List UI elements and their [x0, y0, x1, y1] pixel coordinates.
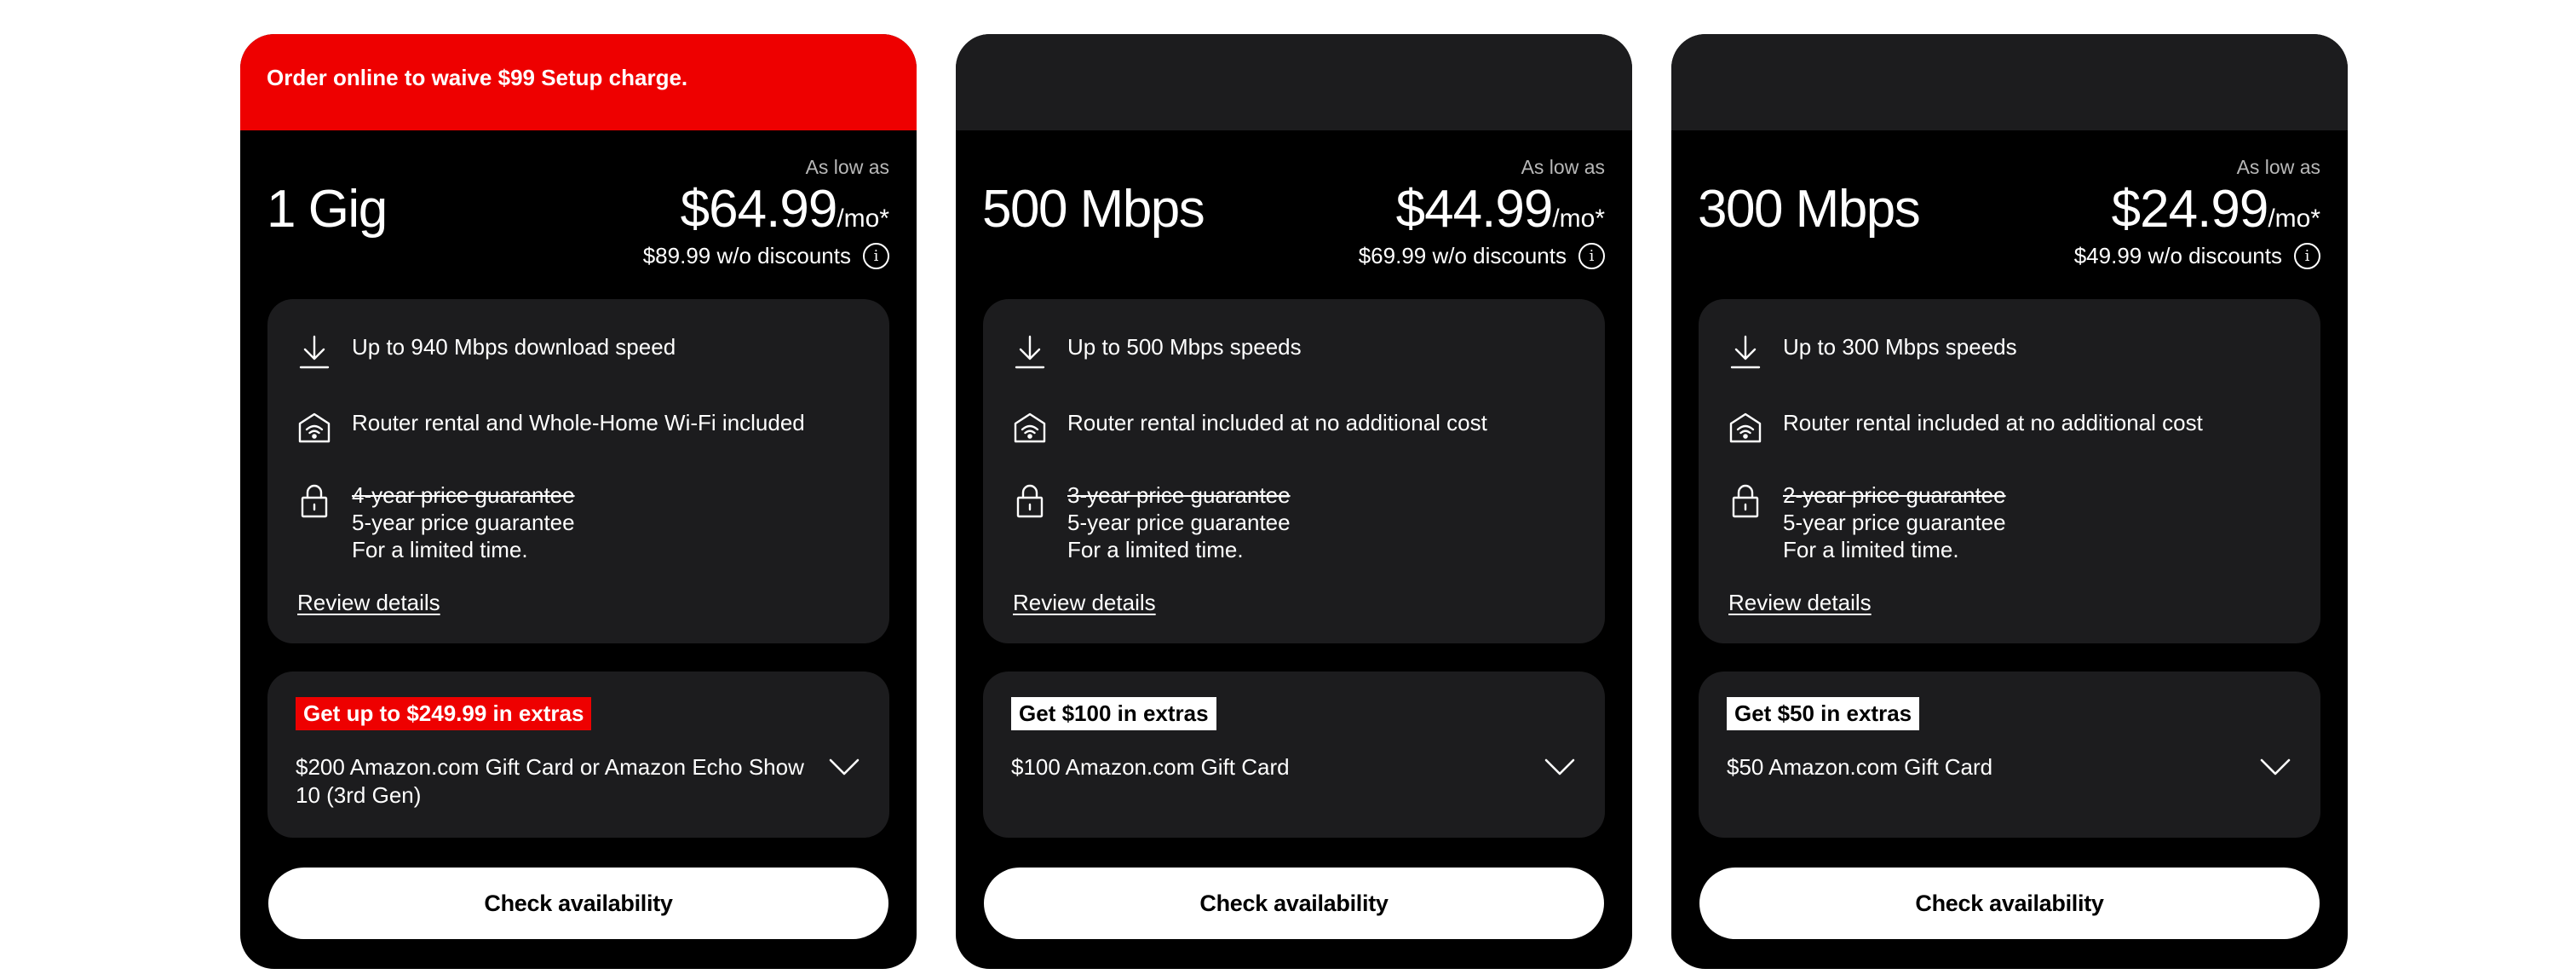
- feature-price-guarantee: 4-year price guarantee 5-year price guar…: [297, 481, 575, 563]
- plan-name: 500 Mbps: [982, 180, 1205, 239]
- download-icon: [297, 333, 331, 371]
- feature-router: Router rental included at no additional …: [1728, 409, 2203, 447]
- check-availability-button[interactable]: Check availability: [268, 868, 888, 939]
- price-unit: /mo*: [1552, 205, 1605, 233]
- plan-price: $24.99/mo*: [2112, 179, 2320, 239]
- extras-panel[interactable]: Get up to $249.99 in extras $200 Amazon.…: [267, 672, 889, 838]
- plan-price: $64.99/mo*: [681, 179, 889, 239]
- check-availability-button[interactable]: Check availability: [984, 868, 1604, 939]
- lock-icon: [297, 481, 331, 519]
- limited-time-note: For a limited time.: [352, 537, 528, 562]
- without-discounts-text: $69.99 w/o discounts: [1358, 243, 1567, 268]
- lock-icon: [1728, 481, 1762, 519]
- feature-price-guarantee: 2-year price guarantee 5-year price guar…: [1728, 481, 2006, 563]
- promo-text: Order online to waive $99 Setup charge.: [267, 65, 688, 90]
- price-amount: $44.99: [1395, 180, 1554, 239]
- review-details-link[interactable]: Review details: [1728, 590, 1872, 616]
- lock-icon: [1013, 481, 1047, 519]
- feature-speed: Up to 500 Mbps speeds: [1013, 333, 1302, 371]
- feature-speed: Up to 940 Mbps download speed: [297, 333, 676, 371]
- without-discounts: $89.99 w/o discounts i: [643, 243, 889, 269]
- new-guarantee: 5-year price guarantee: [352, 510, 575, 535]
- extras-panel[interactable]: Get $100 in extras $100 Amazon.com Gift …: [983, 672, 1605, 838]
- new-guarantee: 5-year price guarantee: [1783, 510, 2006, 535]
- info-icon[interactable]: i: [863, 243, 889, 269]
- card-header-bar: [956, 34, 1632, 130]
- feature-text: Up to 300 Mbps speeds: [1783, 334, 2017, 360]
- features-panel: Up to 940 Mbps download speed Router ren…: [267, 299, 889, 643]
- card-header-bar: [1671, 34, 2348, 130]
- plan-price: $44.99/mo*: [1396, 179, 1605, 239]
- feature-speed: Up to 300 Mbps speeds: [1728, 333, 2017, 371]
- chevron-down-icon[interactable]: [2259, 757, 2291, 777]
- info-icon[interactable]: i: [2294, 243, 2320, 269]
- wifi-home-icon: [1013, 409, 1047, 447]
- chevron-down-icon[interactable]: [1544, 757, 1576, 777]
- extras-badge: Get $100 in extras: [1011, 697, 1216, 730]
- feature-text: Router rental included at no additional …: [1783, 410, 2203, 435]
- price-amount: $24.99: [2111, 180, 2269, 239]
- features-panel: Up to 300 Mbps speeds Router rental incl…: [1699, 299, 2320, 643]
- new-guarantee: 5-year price guarantee: [1067, 510, 1291, 535]
- as-low-as-label: As low as: [2236, 156, 2320, 178]
- chevron-down-icon[interactable]: [828, 757, 860, 777]
- plan-name: 300 Mbps: [1698, 180, 1921, 239]
- extras-panel[interactable]: Get $50 in extras $50 Amazon.com Gift Ca…: [1699, 672, 2320, 838]
- wifi-home-icon: [297, 409, 331, 447]
- limited-time-note: For a limited time.: [1783, 537, 1959, 562]
- feature-text: Up to 940 Mbps download speed: [352, 334, 676, 360]
- without-discounts-text: $89.99 w/o discounts: [642, 243, 851, 268]
- review-details-link[interactable]: Review details: [297, 590, 440, 616]
- old-guarantee: 3-year price guarantee: [1067, 482, 1291, 508]
- download-icon: [1728, 333, 1762, 371]
- extras-description: $200 Amazon.com Gift Card or Amazon Echo…: [296, 754, 804, 808]
- extras-badge: Get up to $249.99 in extras: [296, 697, 592, 730]
- old-guarantee: 4-year price guarantee: [352, 482, 575, 508]
- extras-description: $50 Amazon.com Gift Card: [1727, 754, 1993, 780]
- wifi-home-icon: [1728, 409, 1762, 447]
- feature-router: Router rental and Whole-Home Wi-Fi inclu…: [297, 409, 805, 447]
- feature-text: Router rental included at no additional …: [1067, 410, 1487, 435]
- check-availability-button[interactable]: Check availability: [1699, 868, 2320, 939]
- plan-card-500mbps: 500 Mbps As low as $44.99/mo* $69.99 w/o…: [956, 34, 1632, 969]
- feature-text: Up to 500 Mbps speeds: [1067, 334, 1302, 360]
- extras-badge: Get $50 in extras: [1727, 697, 1920, 730]
- as-low-as-label: As low as: [805, 156, 889, 178]
- download-icon: [1013, 333, 1047, 371]
- without-discounts: $69.99 w/o discounts i: [1359, 243, 1605, 269]
- price-unit: /mo*: [2268, 205, 2320, 233]
- review-details-link[interactable]: Review details: [1013, 590, 1156, 616]
- promo-banner: Order online to waive $99 Setup charge.: [240, 34, 917, 130]
- feature-router: Router rental included at no additional …: [1013, 409, 1487, 447]
- without-discounts: $49.99 w/o discounts i: [2074, 243, 2320, 269]
- info-icon[interactable]: i: [1578, 243, 1605, 269]
- limited-time-note: For a limited time.: [1067, 537, 1244, 562]
- old-guarantee: 2-year price guarantee: [1783, 482, 2006, 508]
- plan-name: 1 Gig: [267, 180, 388, 239]
- feature-text: Router rental and Whole-Home Wi-Fi inclu…: [352, 410, 805, 435]
- price-unit: /mo*: [837, 205, 889, 233]
- without-discounts-text: $49.99 w/o discounts: [2073, 243, 2282, 268]
- feature-price-guarantee: 3-year price guarantee 5-year price guar…: [1013, 481, 1291, 563]
- features-panel: Up to 500 Mbps speeds Router rental incl…: [983, 299, 1605, 643]
- plan-card-1gig: Order online to waive $99 Setup charge. …: [240, 34, 917, 969]
- as-low-as-label: As low as: [1521, 156, 1605, 178]
- price-amount: $64.99: [680, 180, 838, 239]
- extras-description: $100 Amazon.com Gift Card: [1011, 754, 1290, 780]
- plan-card-300mbps: 300 Mbps As low as $24.99/mo* $49.99 w/o…: [1671, 34, 2348, 969]
